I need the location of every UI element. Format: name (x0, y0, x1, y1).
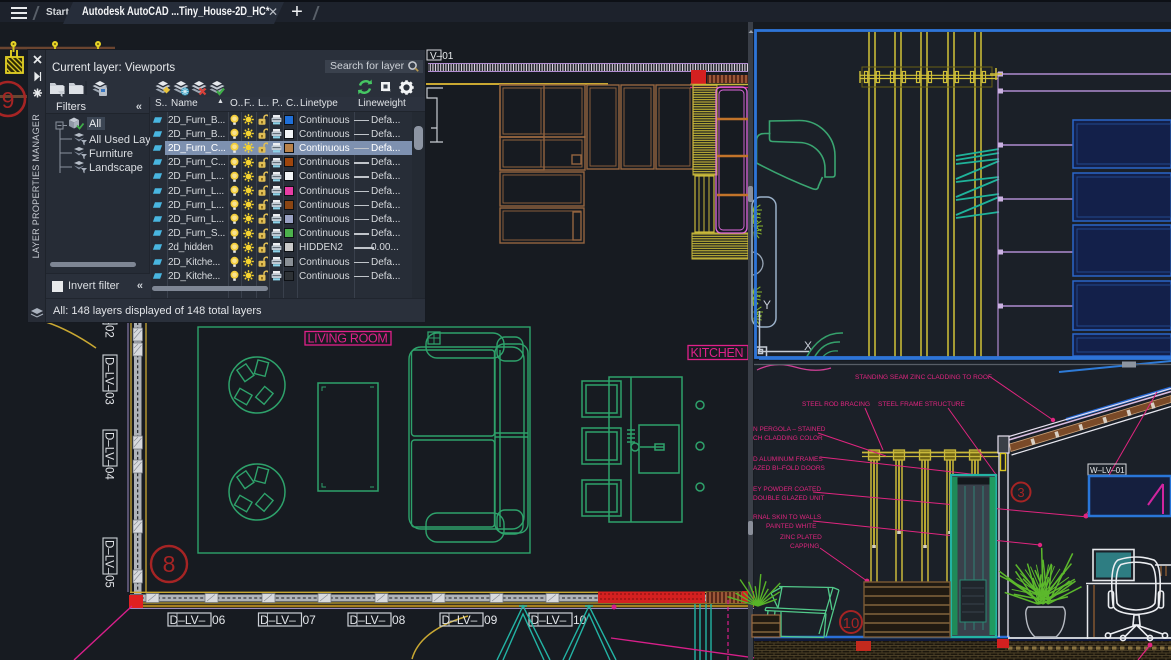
svg-text:W–LV–01: W–LV–01 (1090, 466, 1125, 475)
svg-text:STEEL ROD BRACING: STEEL ROD BRACING (802, 401, 870, 408)
svg-text:KITCHEN: KITCHEN (691, 346, 744, 360)
svg-text:D–LV–: D–LV– (170, 613, 206, 627)
svg-text:9: 9 (2, 87, 15, 113)
svg-text:D–LV–: D–LV– (442, 613, 478, 627)
svg-text:10: 10 (843, 615, 860, 632)
svg-text:D–LV–: D–LV– (531, 613, 567, 627)
svg-text:STANDING SEAM ZINC CLADDING TO: STANDING SEAM ZINC CLADDING TO ROOF (855, 374, 992, 381)
svg-text:N PERGOLA – STAINED: N PERGOLA – STAINED (753, 426, 826, 433)
svg-text:D–LV–: D–LV– (350, 613, 386, 627)
svg-text:Y: Y (763, 298, 771, 312)
svg-text:D ALUMINUM FRAMES: D ALUMINUM FRAMES (753, 456, 823, 463)
svg-text:3: 3 (1017, 485, 1024, 500)
svg-text:LIVING ROOM: LIVING ROOM (308, 332, 388, 346)
svg-text:07: 07 (303, 613, 317, 627)
svg-text:Furniture: Furniture (89, 148, 133, 160)
svg-text:8: 8 (163, 551, 176, 577)
svg-text:All: All (89, 118, 101, 130)
svg-text:D–LV–: D–LV– (260, 613, 296, 627)
svg-text:V–01: V–01 (430, 51, 454, 62)
svg-text:DOUBLE GLAZED UNIT: DOUBLE GLAZED UNIT (753, 495, 825, 502)
svg-text:AZED BI–FOLD DOORS: AZED BI–FOLD DOORS (753, 465, 826, 472)
svg-text:02: 02 (103, 325, 115, 338)
svg-text:RNAL SKIN TO WALLS: RNAL SKIN TO WALLS (753, 514, 822, 521)
svg-text:D–LV–: D–LV– (103, 432, 115, 467)
svg-text:Landscape: Landscape (89, 162, 143, 174)
svg-text:08: 08 (392, 613, 406, 627)
svg-text:04: 04 (103, 467, 115, 480)
svg-text:STEEL FRAME STRUCTURE: STEEL FRAME STRUCTURE (878, 401, 965, 408)
svg-text:PAINTED WHITE: PAINTED WHITE (766, 523, 817, 530)
svg-text:09: 09 (484, 613, 498, 627)
svg-text:CAPPING: CAPPING (790, 543, 819, 550)
svg-text:06: 06 (212, 613, 226, 627)
svg-text:EY POWDER COATED: EY POWDER COATED (753, 486, 821, 493)
svg-text:05: 05 (103, 575, 115, 588)
svg-text:All Used Laye: All Used Laye (89, 134, 150, 146)
svg-text:03: 03 (103, 392, 115, 405)
svg-text:D–LV–: D–LV– (103, 357, 115, 392)
svg-text:ZINC PLATED: ZINC PLATED (780, 534, 822, 541)
svg-text:CH CLADDING COLOR: CH CLADDING COLOR (753, 435, 823, 442)
svg-text:D–LV–: D–LV– (103, 540, 115, 575)
